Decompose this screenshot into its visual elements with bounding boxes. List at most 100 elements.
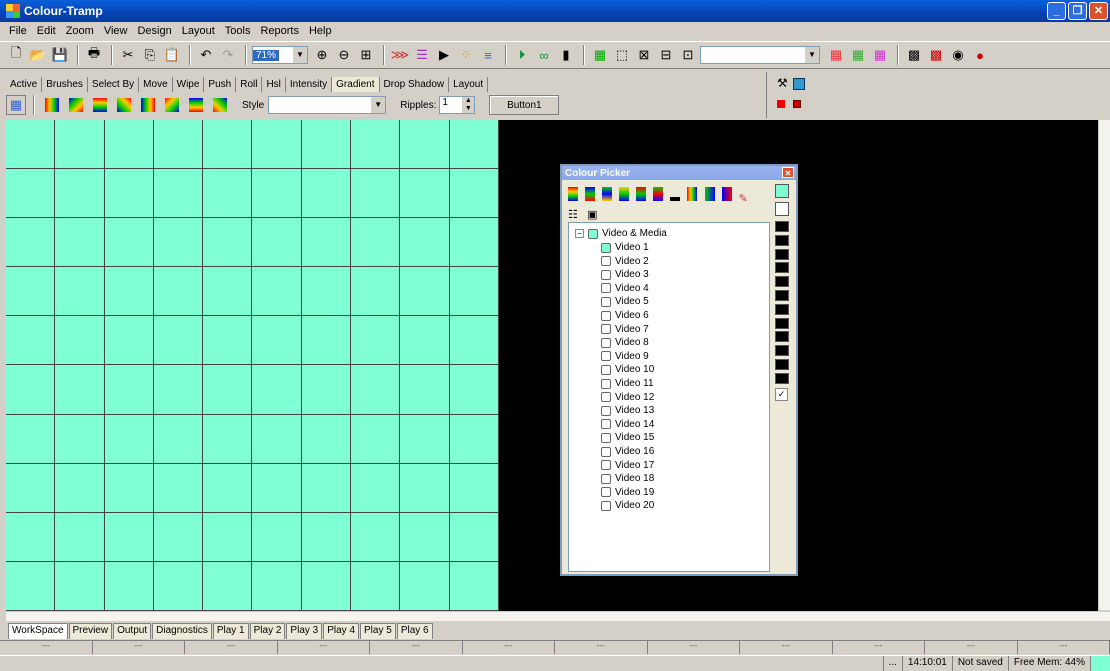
list-icon[interactable]: ☷ bbox=[568, 208, 580, 222]
grid-cell[interactable] bbox=[301, 463, 352, 513]
tree-item[interactable]: Video 19 bbox=[601, 486, 654, 499]
tree-item[interactable]: Video 7 bbox=[601, 323, 649, 336]
grid-cell[interactable] bbox=[400, 218, 450, 268]
layout-combo[interactable]: ▼ bbox=[700, 46, 820, 64]
grid-cell[interactable] bbox=[449, 316, 499, 366]
grid-cell[interactable] bbox=[252, 316, 302, 366]
item-checkbox[interactable] bbox=[601, 283, 611, 294]
grid-cell[interactable] bbox=[301, 561, 352, 611]
swatch[interactable] bbox=[775, 345, 789, 357]
root-checkbox[interactable] bbox=[588, 228, 598, 239]
swatch[interactable] bbox=[775, 359, 789, 370]
grid-cell[interactable] bbox=[55, 267, 105, 317]
grid-cell[interactable] bbox=[55, 365, 105, 415]
item-checkbox[interactable] bbox=[601, 446, 611, 457]
loop-icon[interactable]: ∞ bbox=[534, 45, 554, 65]
grid-cell[interactable] bbox=[104, 267, 154, 317]
menu-layout[interactable]: Layout bbox=[177, 25, 220, 37]
bars-green-icon[interactable] bbox=[704, 187, 715, 201]
gradient-diagonal2-rev-icon[interactable] bbox=[213, 98, 227, 112]
restore-button[interactable]: ❐ bbox=[1068, 2, 1087, 20]
grid-cell[interactable] bbox=[6, 267, 56, 317]
item-checkbox[interactable] bbox=[601, 269, 611, 280]
grid-cell[interactable] bbox=[252, 365, 302, 415]
grid-cell[interactable] bbox=[252, 267, 302, 317]
item-checkbox[interactable] bbox=[601, 419, 611, 430]
tab-wipe[interactable]: Wipe bbox=[173, 77, 205, 92]
ripples-stepper[interactable]: 1 ▲ ▼ bbox=[439, 96, 476, 114]
grid-cell[interactable] bbox=[6, 218, 56, 268]
chevron-down-icon[interactable]: ▼ bbox=[293, 47, 307, 63]
colour-picker-titlebar[interactable]: Colour Picker ✕ bbox=[562, 166, 796, 180]
item-checkbox[interactable] bbox=[601, 460, 611, 471]
grid-cell[interactable] bbox=[301, 316, 352, 366]
tree-item[interactable]: Video 14 bbox=[601, 418, 654, 431]
grid-cell[interactable] bbox=[400, 316, 450, 366]
grid-cell[interactable] bbox=[104, 512, 154, 562]
button1[interactable]: Button1 bbox=[489, 95, 560, 115]
grid-select-icon[interactable]: ⊠ bbox=[634, 45, 654, 65]
collapse-icon[interactable]: − bbox=[575, 229, 584, 238]
bottom-tab[interactable]: Play 3 bbox=[286, 623, 323, 639]
item-checkbox[interactable] bbox=[601, 473, 611, 484]
zoom-in-icon[interactable]: ⊕ bbox=[312, 45, 332, 65]
grid-cell[interactable] bbox=[449, 512, 499, 562]
grid-cell[interactable] bbox=[400, 169, 450, 219]
grid-cell[interactable] bbox=[252, 169, 302, 219]
swatch[interactable] bbox=[775, 262, 789, 274]
grid-cell[interactable] bbox=[104, 561, 154, 611]
grid-cell[interactable] bbox=[104, 218, 154, 268]
grid-cell[interactable] bbox=[203, 561, 253, 611]
grid-mixed-icon[interactable]: ▦ bbox=[870, 45, 890, 65]
tree-item[interactable]: Video 11 bbox=[601, 377, 654, 390]
new-icon[interactable]: 🗋 bbox=[6, 45, 26, 65]
item-checkbox[interactable] bbox=[601, 296, 611, 307]
style-combo[interactable]: ▼ bbox=[268, 96, 387, 114]
swatch-selected[interactable] bbox=[775, 184, 789, 198]
grid-cell[interactable] bbox=[351, 561, 401, 611]
split-icon[interactable]: ⊟ bbox=[656, 45, 676, 65]
item-checkbox[interactable] bbox=[601, 324, 611, 335]
horizontal-scrollbar[interactable] bbox=[6, 611, 1110, 621]
swatch-checkbox[interactable]: ✓ bbox=[775, 388, 788, 401]
grid-cell[interactable] bbox=[203, 120, 253, 170]
gradient-horizontal-icon[interactable] bbox=[45, 98, 59, 112]
undo-icon[interactable]: ↶ bbox=[196, 45, 216, 65]
brush-icon[interactable]: ✎ bbox=[739, 192, 751, 206]
tree-item[interactable]: Video 17 bbox=[601, 459, 654, 472]
tree-item[interactable]: Video 20 bbox=[601, 499, 654, 512]
stop-icon[interactable]: ▮ bbox=[556, 45, 576, 65]
item-checkbox[interactable] bbox=[601, 392, 611, 403]
grid-cell[interactable] bbox=[351, 365, 401, 415]
grid-cell[interactable] bbox=[104, 120, 154, 170]
zoom-out-icon[interactable]: ⊖ bbox=[334, 45, 354, 65]
gradient-diagonal-rev-icon[interactable] bbox=[165, 98, 179, 112]
tree-item[interactable]: Video 15 bbox=[601, 431, 654, 444]
merge-icon[interactable]: ⊡ bbox=[678, 45, 698, 65]
grid-cell[interactable] bbox=[153, 561, 204, 611]
grid-cell[interactable] bbox=[449, 365, 499, 415]
bars-blue-icon[interactable] bbox=[721, 187, 732, 201]
grid-cell[interactable] bbox=[6, 120, 56, 170]
dots-icon[interactable]: ⁘ bbox=[456, 45, 476, 65]
grid-cell[interactable] bbox=[55, 218, 105, 268]
swatch[interactable] bbox=[775, 221, 789, 232]
open-icon[interactable]: 📂 bbox=[28, 45, 48, 65]
grid-toggle-icon[interactable]: ▦ bbox=[6, 95, 26, 115]
grid-cell[interactable] bbox=[449, 561, 499, 611]
grid-cell[interactable] bbox=[400, 365, 450, 415]
bottom-tab[interactable]: Play 2 bbox=[249, 623, 286, 639]
tree-root[interactable]: − Video & Media bbox=[575, 227, 667, 240]
grid-cell[interactable] bbox=[153, 218, 204, 268]
bottom-tab[interactable]: Output bbox=[113, 623, 152, 639]
grid-red-icon[interactable]: ▦ bbox=[826, 45, 846, 65]
item-checkbox[interactable] bbox=[601, 310, 611, 321]
grid-cell[interactable] bbox=[104, 316, 154, 366]
menu-tools[interactable]: Tools bbox=[220, 25, 256, 37]
tree-item[interactable]: Video 10 bbox=[601, 363, 654, 376]
bars-icon[interactable]: ☰ bbox=[412, 45, 432, 65]
grid-cell[interactable] bbox=[203, 463, 253, 513]
grid-green-icon[interactable]: ▦ bbox=[848, 45, 868, 65]
tree-item[interactable]: Video 2 bbox=[601, 255, 649, 268]
item-checkbox[interactable] bbox=[601, 337, 611, 348]
